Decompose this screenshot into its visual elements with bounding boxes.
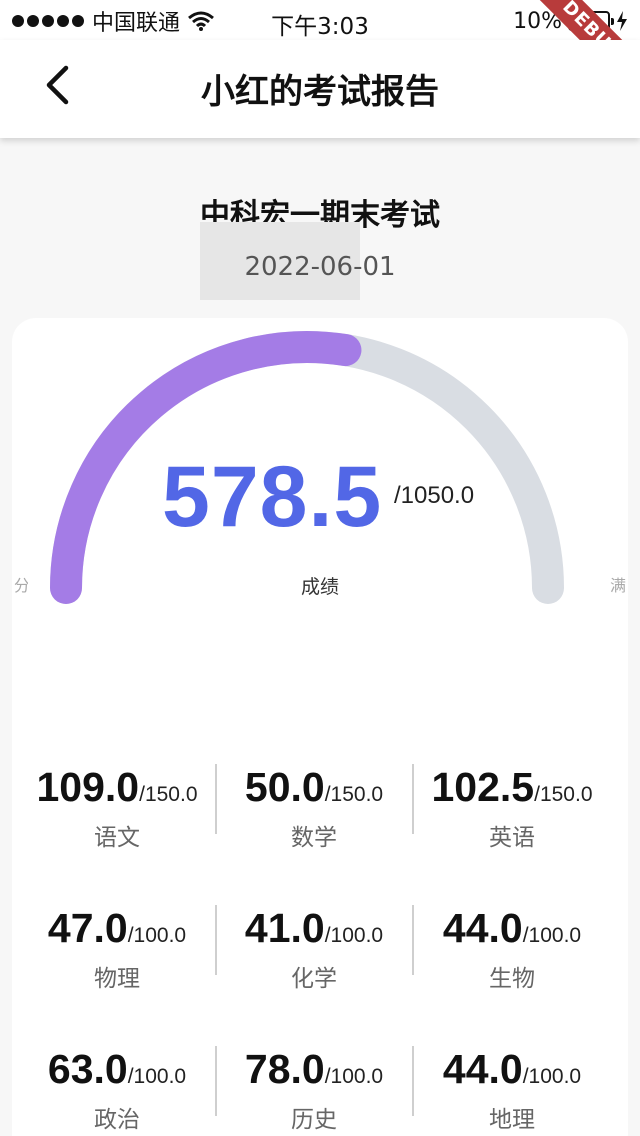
subject-name: 化学 <box>291 966 337 992</box>
subject-total: /100.0 <box>522 924 582 947</box>
subject-item: 50.0/150.0 数学 <box>214 764 414 884</box>
subject-total: /100.0 <box>324 924 384 947</box>
total-score: 578.5 <box>162 449 383 545</box>
subject-total: /100.0 <box>522 1065 582 1088</box>
subject-total: /150.0 <box>534 783 593 806</box>
subject-total: /150.0 <box>139 783 198 806</box>
total-max-score: /1050.0 <box>394 482 475 509</box>
subject-total: /150.0 <box>324 783 384 806</box>
column-divider <box>215 1046 217 1116</box>
column-divider <box>412 764 414 834</box>
subject-item: 47.0/100.0 物理 <box>17 905 217 1025</box>
subject-name: 政治 <box>94 1107 140 1133</box>
subject-score: 44.0 <box>442 1046 523 1092</box>
subject-name: 数学 <box>291 825 337 851</box>
subject-item: 44.0/100.0 地理 <box>412 1046 612 1136</box>
subject-item: 44.0/100.0 生物 <box>412 905 612 1025</box>
subject-score: 102.5 <box>431 764 535 810</box>
subject-name: 历史 <box>291 1107 337 1133</box>
subject-item: 78.0/100.0 历史 <box>214 1046 414 1136</box>
subject-name: 英语 <box>489 825 535 851</box>
subject-score: 41.0 <box>244 905 325 951</box>
subject-item: 41.0/100.0 化学 <box>214 905 414 1025</box>
subject-total: /100.0 <box>127 1065 187 1088</box>
subject-score: 63.0 <box>47 1046 128 1092</box>
column-divider <box>412 905 414 975</box>
subject-total: /100.0 <box>324 1065 384 1088</box>
subject-item: 63.0/100.0 政治 <box>17 1046 217 1136</box>
subject-name: 语文 <box>94 825 140 851</box>
subject-score: 78.0 <box>244 1046 325 1092</box>
subject-name: 生物 <box>489 966 535 992</box>
score-label: 成绩 <box>300 576 339 598</box>
subject-score: 50.0 <box>244 764 325 810</box>
column-divider <box>215 905 217 975</box>
subject-total: /100.0 <box>127 924 187 947</box>
subject-score: 47.0 <box>47 905 128 951</box>
subject-item: 102.5/150.0 英语 <box>412 764 612 884</box>
subject-score: 109.0 <box>36 764 140 810</box>
column-divider <box>215 764 217 834</box>
subject-item: 109.0/150.0 语文 <box>17 764 217 884</box>
column-divider <box>412 1046 414 1116</box>
subject-score: 44.0 <box>442 905 523 951</box>
subject-name: 物理 <box>94 966 140 992</box>
subject-name: 地理 <box>489 1107 535 1133</box>
